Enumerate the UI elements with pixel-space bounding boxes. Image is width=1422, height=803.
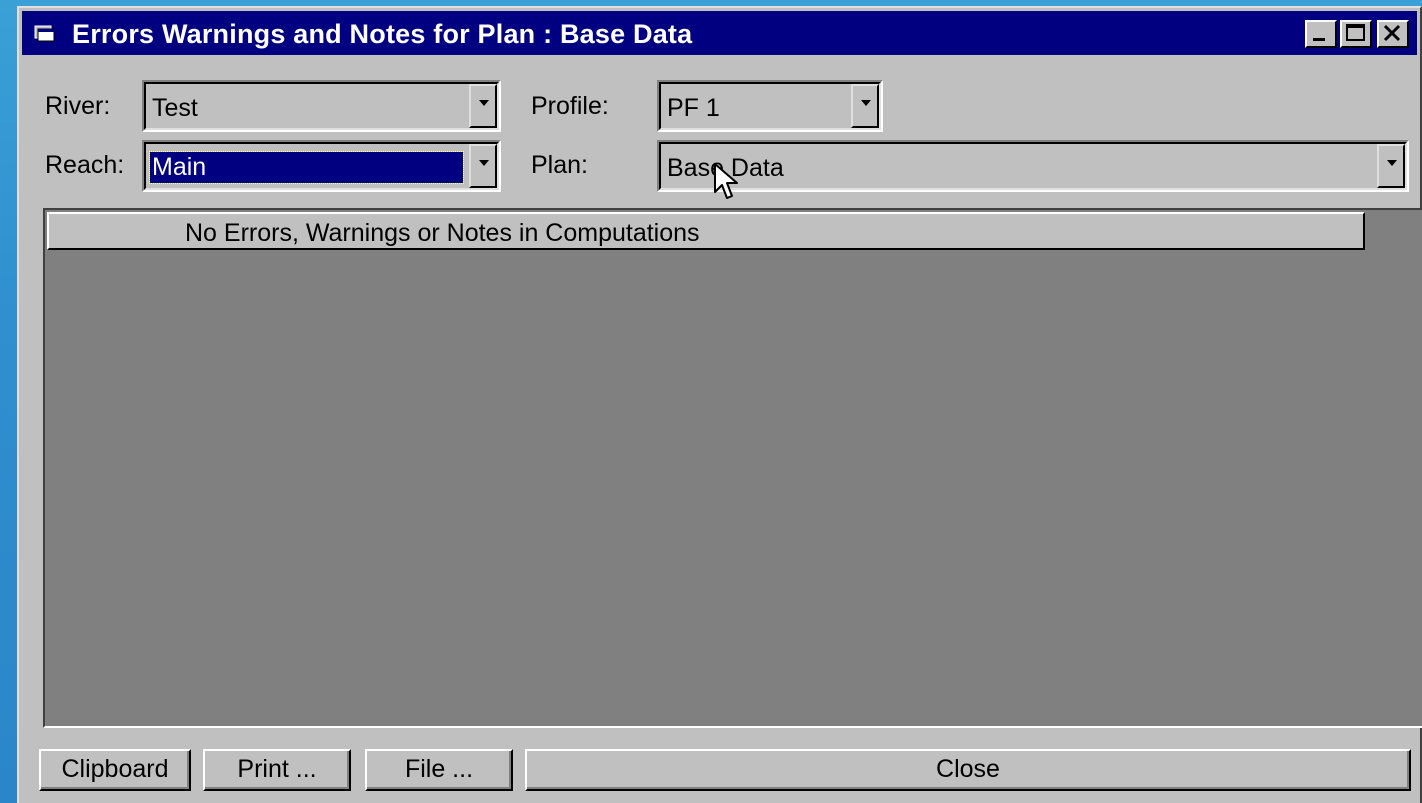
file-button[interactable]: File ...	[365, 749, 513, 791]
close-window-button[interactable]	[1377, 20, 1409, 48]
messages-header-text: No Errors, Warnings or Notes in Computat…	[185, 219, 700, 247]
profile-label: Profile:	[531, 92, 609, 120]
messages-grid[interactable]: No Errors, Warnings or Notes in Computat…	[43, 208, 1422, 728]
plan-label: Plan:	[531, 151, 588, 179]
maximize-button[interactable]	[1340, 20, 1372, 48]
profile-dropdown-button[interactable]	[851, 84, 879, 128]
print-button[interactable]: Print ...	[203, 749, 351, 791]
minimize-icon	[1313, 38, 1325, 41]
minimize-button[interactable]	[1305, 20, 1337, 48]
river-dropdown-button[interactable]	[469, 84, 497, 128]
river-combo[interactable]: Test	[142, 80, 501, 132]
river-combo-value: Test	[152, 94, 198, 122]
reach-combo-field: Main	[144, 142, 499, 190]
close-button[interactable]: Close	[525, 749, 1411, 791]
close-icon	[1383, 24, 1401, 42]
profile-combo[interactable]: PF 1	[657, 80, 883, 132]
window-title: Errors Warnings and Notes for Plan : Bas…	[72, 19, 693, 49]
reach-label: Reach:	[45, 151, 125, 179]
maximize-icon	[1346, 24, 1365, 41]
plan-dropdown-button[interactable]	[1377, 144, 1405, 188]
river-label: River:	[45, 92, 111, 120]
reach-combo-value: Main	[149, 151, 464, 184]
errors-warnings-notes-window: Errors Warnings and Notes for Plan : Bas…	[17, 6, 1422, 803]
title-bar[interactable]: Errors Warnings and Notes for Plan : Bas…	[22, 11, 1417, 55]
plan-combo[interactable]: Base Data	[657, 140, 1409, 192]
messages-grid-header: No Errors, Warnings or Notes in Computat…	[47, 212, 1365, 250]
profile-combo-value: PF 1	[667, 94, 720, 122]
app-window-icon	[34, 25, 55, 42]
plan-combo-field: Base Data	[659, 142, 1407, 190]
mouse-pointer-icon	[714, 163, 738, 199]
reach-combo[interactable]: Main	[142, 140, 501, 192]
clipboard-button[interactable]: Clipboard	[39, 749, 191, 791]
river-combo-field: Test	[144, 82, 499, 130]
profile-combo-field: PF 1	[659, 82, 881, 130]
reach-dropdown-button[interactable]	[469, 144, 497, 188]
